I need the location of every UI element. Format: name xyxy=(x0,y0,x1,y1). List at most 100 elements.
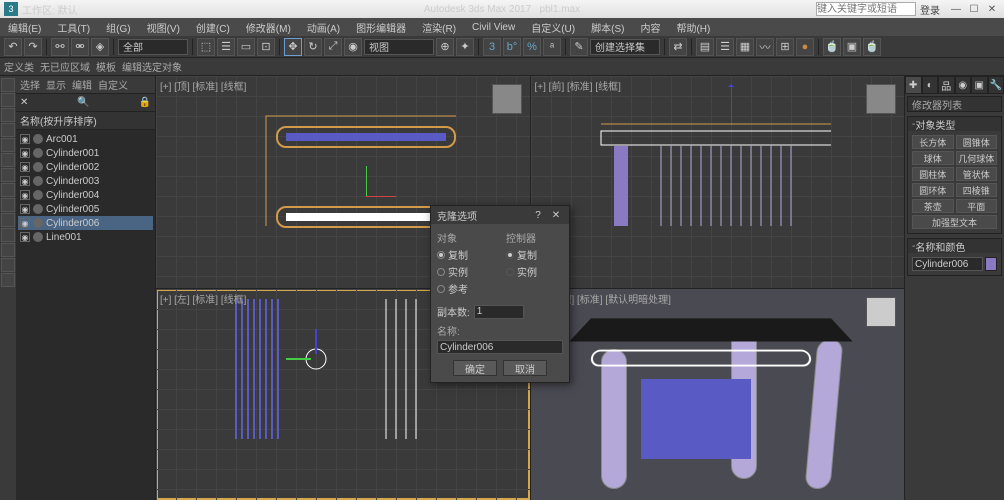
scene-item[interactable]: ◉Cylinder002 xyxy=(18,160,153,174)
menu-item[interactable]: 编辑(E) xyxy=(4,18,45,37)
tool-6[interactable] xyxy=(1,153,15,167)
tool-7[interactable] xyxy=(1,168,15,182)
ribbon-tab[interactable]: 模板 xyxy=(96,59,116,74)
menu-item[interactable]: 图形编辑器 xyxy=(352,18,410,37)
viewport-label[interactable]: [+] [前] [标准] [线框] xyxy=(535,78,621,93)
minimize-button[interactable]: — xyxy=(948,2,964,16)
utility-tab[interactable]: 🔧 xyxy=(988,76,1004,94)
snap-button[interactable]: 3 xyxy=(483,38,501,56)
primitive-button[interactable]: 几何球体 xyxy=(956,151,998,165)
select-name-button[interactable]: ☰ xyxy=(217,38,235,56)
close-button[interactable]: ✕ xyxy=(984,2,1000,16)
tool-9[interactable] xyxy=(1,198,15,212)
tool-select[interactable] xyxy=(1,78,15,92)
undo-button[interactable]: ↶ xyxy=(4,38,22,56)
visibility-icon[interactable]: ◉ xyxy=(20,176,30,186)
menu-item[interactable]: 动画(A) xyxy=(303,18,344,37)
filter-combo[interactable]: 全部 xyxy=(118,39,188,55)
primitive-button[interactable]: 管状体 xyxy=(956,167,998,181)
viewcube[interactable] xyxy=(492,84,522,114)
visibility-icon[interactable]: ◉ xyxy=(20,162,30,172)
manip-button[interactable]: ✦ xyxy=(456,38,474,56)
menu-item[interactable]: 工具(T) xyxy=(53,18,94,37)
place-button[interactable]: ◉ xyxy=(344,38,362,56)
clone-name-input[interactable] xyxy=(437,340,563,354)
modify-tab[interactable]: ◐ xyxy=(922,76,939,94)
tool-12[interactable] xyxy=(1,243,15,257)
scale-button[interactable]: ⤢ xyxy=(324,38,342,56)
dialog-help-button[interactable]: ? xyxy=(531,208,545,222)
link-button[interactable]: ⚯ xyxy=(51,38,69,56)
tool-move[interactable] xyxy=(1,93,15,107)
primitive-button[interactable]: 球体 xyxy=(912,151,954,165)
visibility-icon[interactable]: ◉ xyxy=(20,190,30,200)
menu-item[interactable]: 渲染(R) xyxy=(418,18,460,37)
radio-reference[interactable]: 参考 xyxy=(437,281,494,296)
scene-search-icon[interactable]: 🔍 xyxy=(77,97,89,108)
radio-copy[interactable]: 复制 xyxy=(437,247,494,262)
scene-item[interactable]: ◉Cylinder005 xyxy=(18,202,153,216)
angle-snap-button[interactable]: b° xyxy=(503,38,521,56)
scene-tab[interactable]: 自定义 xyxy=(98,77,128,92)
hierarchy-tab[interactable]: 品 xyxy=(938,76,955,94)
display-tab[interactable]: ▣ xyxy=(971,76,988,94)
menu-item[interactable]: 修改器(M) xyxy=(242,18,295,37)
layers-button[interactable]: ☰ xyxy=(716,38,734,56)
visibility-icon[interactable]: ◉ xyxy=(20,218,30,228)
tool-rotate[interactable] xyxy=(1,108,15,122)
visibility-icon[interactable]: ◉ xyxy=(20,148,30,158)
visibility-icon[interactable]: ◉ xyxy=(20,232,30,242)
scene-tab[interactable]: 选择 xyxy=(20,77,40,92)
menu-item[interactable]: 视图(V) xyxy=(143,18,184,37)
scene-tab[interactable]: 显示 xyxy=(46,77,66,92)
search-input[interactable] xyxy=(816,2,916,16)
named-sel-combo[interactable]: 创建选择集 xyxy=(590,39,660,55)
object-type-header[interactable]: - 对象类型 xyxy=(908,117,1001,131)
window-crossing-button[interactable]: ⊡ xyxy=(257,38,275,56)
ribbon-tab[interactable]: 编辑选定对象 xyxy=(122,59,182,74)
scene-tab[interactable]: 编辑 xyxy=(72,77,92,92)
named-sel-edit-button[interactable]: ✎ xyxy=(570,38,588,56)
motion-tab[interactable]: ◉ xyxy=(955,76,972,94)
primitive-button[interactable]: 长方体 xyxy=(912,135,954,149)
spinner-snap-button[interactable]: ᵃ xyxy=(543,38,561,56)
render-frame-button[interactable]: ▣ xyxy=(843,38,861,56)
login-link[interactable]: 登录 xyxy=(920,2,940,17)
bind-button[interactable]: ◈ xyxy=(91,38,109,56)
scene-item[interactable]: ◉Line001 xyxy=(18,230,153,244)
maximize-button[interactable]: ☐ xyxy=(966,2,982,16)
viewcube[interactable] xyxy=(866,84,896,114)
schematic-button[interactable]: ⊞ xyxy=(776,38,794,56)
ribbon-tab[interactable]: 定义类 xyxy=(4,59,34,74)
tool-scale[interactable] xyxy=(1,123,15,137)
create-tab[interactable]: ✚ xyxy=(905,76,922,94)
refcoord-combo[interactable]: 视图 xyxy=(364,39,434,55)
select-rect-button[interactable]: ▭ xyxy=(237,38,255,56)
visibility-icon[interactable]: ◉ xyxy=(20,134,30,144)
scene-lock-icon[interactable]: 🔒 xyxy=(139,97,151,108)
mirror-button[interactable]: ⇄ xyxy=(669,38,687,56)
scene-filter-icon[interactable]: ✕ xyxy=(20,97,28,108)
unlink-button[interactable]: ⚮ xyxy=(71,38,89,56)
viewport-perspective[interactable]: [+] [透视] [标准] [默认明暗处理] xyxy=(531,289,905,500)
material-editor-button[interactable]: ● xyxy=(796,38,814,56)
copies-spinner[interactable] xyxy=(474,305,524,319)
color-swatch[interactable] xyxy=(985,257,997,271)
menu-item[interactable]: 自定义(U) xyxy=(527,18,579,37)
menu-item[interactable]: 脚本(S) xyxy=(587,18,628,37)
radio-instance[interactable]: 实例 xyxy=(437,264,494,279)
scene-item[interactable]: ◉Arc001 xyxy=(18,132,153,146)
curve-editor-button[interactable]: 〰 xyxy=(756,38,774,56)
move-button[interactable]: ✥ xyxy=(284,38,302,56)
viewcube[interactable] xyxy=(866,297,896,327)
render-setup-button[interactable]: 🍵 xyxy=(823,38,841,56)
primitive-button[interactable]: 圆锥体 xyxy=(956,135,998,149)
ok-button[interactable]: 确定 xyxy=(453,360,497,376)
viewport-label[interactable]: [+] [顶] [标准] [线框] xyxy=(160,78,246,93)
redo-button[interactable]: ↷ xyxy=(24,38,42,56)
menu-item[interactable]: 帮助(H) xyxy=(672,18,714,37)
tool-5[interactable] xyxy=(1,138,15,152)
tool-13[interactable] xyxy=(1,258,15,272)
menu-item[interactable]: 创建(C) xyxy=(192,18,234,37)
ribbon-button[interactable]: ▦ xyxy=(736,38,754,56)
